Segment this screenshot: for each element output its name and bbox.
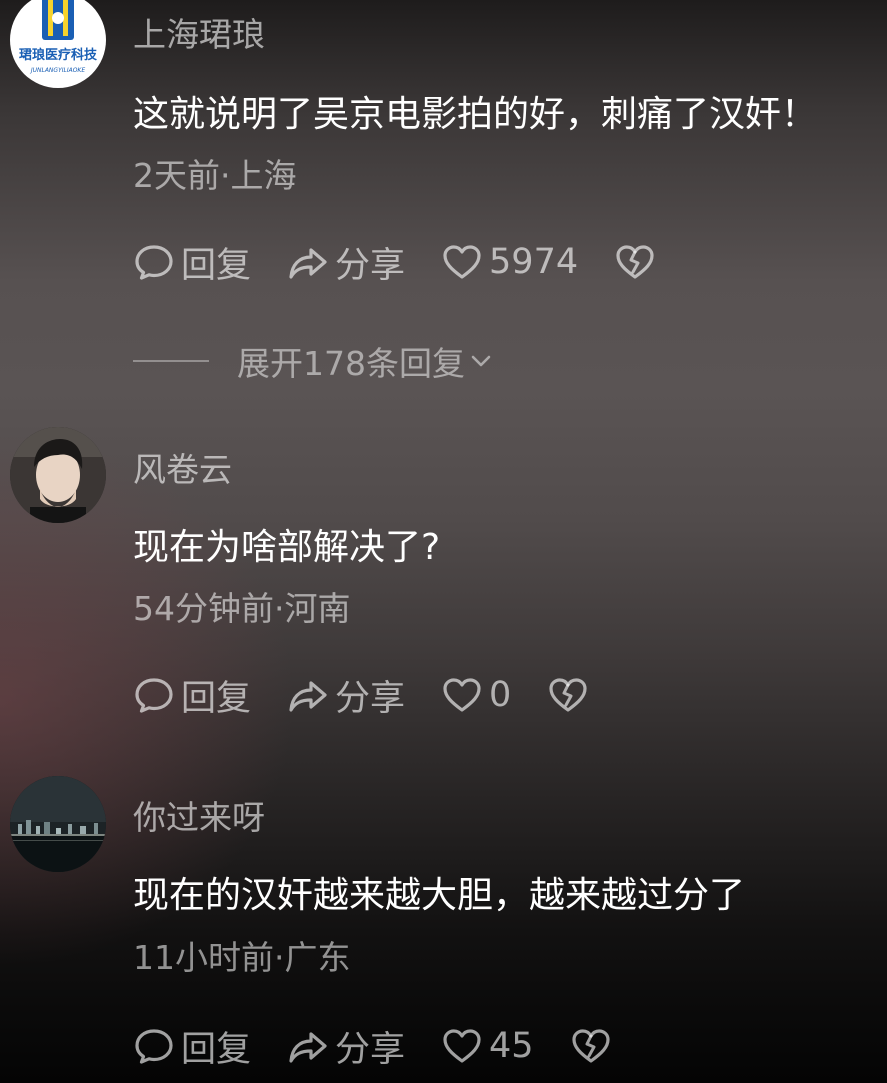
like-button[interactable]: 0 — [441, 674, 511, 716]
expand-replies-button[interactable]: 展开178条回复 — [133, 337, 495, 385]
comment-actions: 回复 分享 0 — [133, 673, 625, 719]
like-count: 5974 — [489, 242, 579, 282]
share-label: 分享 — [335, 678, 406, 719]
avatar-3[interactable] — [10, 776, 106, 872]
comment-actions: 回复 分享 5974 — [133, 240, 692, 286]
heart-icon — [443, 678, 481, 712]
comment-meta: 54分钟前·河南 — [133, 589, 351, 628]
user-photo-avatar — [10, 427, 106, 523]
share-arrow-icon — [289, 248, 327, 279]
comment-meta: 11小时前·广东 — [133, 938, 351, 977]
like-count: 0 — [489, 675, 512, 715]
reply-button[interactable]: 回复 — [133, 237, 251, 288]
comment-bubble-icon — [135, 1029, 173, 1064]
broken-heart-icon — [571, 1029, 610, 1063]
comment-meta: 2天前·上海 — [133, 156, 297, 195]
dislike-button[interactable] — [614, 241, 656, 283]
avatar-logo-subtext: JUNLANGYILIAOKE — [30, 67, 86, 74]
comment-text: 这就说明了吴京电影拍的好，刺痛了汉奸！ — [133, 94, 818, 135]
share-label: 分享 — [335, 245, 406, 286]
avatar-2[interactable] — [10, 427, 106, 523]
comment-actions: 回复 分享 45 — [133, 1024, 648, 1070]
share-button[interactable]: 分享 — [287, 670, 405, 721]
broken-heart-icon — [549, 678, 587, 712]
like-button[interactable]: 45 — [441, 1025, 534, 1067]
dislike-button[interactable] — [547, 674, 589, 716]
like-count: 45 — [489, 1026, 534, 1066]
username[interactable]: 上海珺琅 — [133, 8, 265, 56]
avatar-logo-text: 珺琅医疗科技 — [19, 47, 98, 63]
share-label: 分享 — [335, 1029, 406, 1070]
share-button[interactable]: 分享 — [287, 1021, 405, 1072]
reply-label: 回复 — [181, 678, 252, 719]
chevron-down-icon — [471, 355, 491, 367]
reply-label: 回复 — [181, 1029, 252, 1070]
like-button[interactable]: 5974 — [441, 241, 578, 283]
share-arrow-icon — [289, 1032, 327, 1063]
avatar-1[interactable]: 珺琅医疗科技 JUNLANGYILIAOKE — [10, 0, 106, 88]
heart-icon — [443, 1029, 481, 1063]
comment-bubble-icon — [135, 678, 173, 713]
comment-bubble-icon — [135, 245, 173, 280]
share-arrow-icon — [289, 681, 327, 712]
comment-text: 现在为啥部解决了? — [133, 527, 441, 568]
heart-icon — [443, 245, 481, 279]
night-city-avatar — [10, 776, 106, 872]
username[interactable]: 你过来呀 — [133, 791, 265, 839]
reply-label: 回复 — [181, 245, 252, 286]
divider-line — [133, 360, 209, 362]
company-logo-avatar: 珺琅医疗科技 JUNLANGYILIAOKE — [19, 0, 98, 74]
reply-button[interactable]: 回复 — [133, 670, 251, 721]
dislike-button[interactable] — [570, 1025, 612, 1067]
username[interactable]: 风卷云 — [133, 443, 232, 491]
comment-text: 现在的汉奸越来越大胆，越来越过分了 — [133, 875, 746, 916]
reply-button[interactable]: 回复 — [133, 1021, 251, 1072]
expand-replies-label: 展开178条回复 — [237, 344, 465, 383]
broken-heart-icon — [616, 245, 654, 279]
share-button[interactable]: 分享 — [287, 237, 405, 288]
